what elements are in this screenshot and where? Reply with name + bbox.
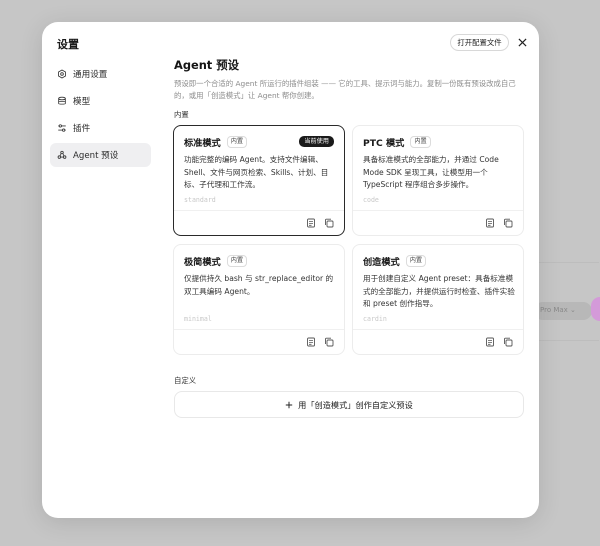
create-custom-preset-button[interactable]: 用「创造模式」创作自定义预设: [174, 391, 524, 418]
preset-id: minimal: [184, 315, 212, 323]
create-button-label: 用「创造模式」创作自定义预设: [298, 399, 413, 410]
sidebar-item-plugins[interactable]: 插件: [50, 116, 151, 140]
agent-preset-icon: [57, 150, 67, 159]
gear-icon: [58, 69, 66, 79]
view-document-icon[interactable]: [306, 337, 316, 347]
preset-card-ptc[interactable]: PTC 模式 内置 具备标准模式的全部能力，并通过 Code Mode SDK …: [352, 125, 524, 236]
builtin-badge: 内置: [405, 255, 427, 267]
builtin-badge: 内置: [410, 136, 431, 148]
sidebar-item-label: 插件: [73, 124, 91, 134]
model-stack-icon: [58, 96, 66, 105]
sidebar-item-models[interactable]: 模型: [50, 89, 151, 113]
view-document-icon[interactable]: [306, 218, 316, 228]
preset-name: 极简模式: [184, 257, 221, 268]
current-badge: 当前使用: [299, 136, 334, 147]
preset-description: 用于创建自定义 Agent preset：具备标准模式的全部能力，并提供运行时检…: [363, 274, 515, 309]
sidebar-item-general[interactable]: 通用设置: [50, 62, 151, 86]
settings-modal: 设置 通用设置 模型 插件 Agent 预设 打开配置文件 Agent 预设 预…: [42, 22, 539, 518]
open-config-file-button[interactable]: 打开配置文件: [450, 34, 509, 51]
page-title: Agent 预设: [174, 58, 239, 72]
copy-icon[interactable]: [324, 218, 334, 228]
builtin-badge: 内置: [226, 136, 248, 148]
preset-card-creator[interactable]: 创造模式 内置 用于创建自定义 Agent preset：具备标准模式的全部能力…: [352, 244, 524, 355]
view-document-icon[interactable]: [485, 218, 495, 228]
sliders-icon: [58, 124, 66, 132]
card-divider: [353, 210, 523, 211]
preset-description: 具备标准模式的全部能力，并通过 Code Mode SDK 呈现工具，让模型用一…: [363, 155, 499, 190]
close-button[interactable]: [516, 36, 528, 48]
builtin-section-label: 内置: [174, 110, 189, 119]
page-description: 预设即一个合适的 Agent 所运行的插件组装 —— 它的工具、提示词与能力。复…: [174, 79, 516, 100]
preset-description: 功能完整的编码 Agent。支持文件编辑、Shell、文件与网页检索、Skill…: [184, 155, 329, 190]
close-icon: [517, 37, 527, 47]
preset-description: 仅提供持久 bash 与 str_replace_editor 的双工具编码 A…: [184, 274, 334, 296]
preset-name: 标准模式: [184, 138, 221, 149]
sidebar-item-label: Agent 预设: [73, 151, 119, 161]
view-document-icon[interactable]: [485, 337, 495, 347]
settings-sidebar: 设置 通用设置 模型 插件 Agent 预设: [42, 22, 160, 518]
sidebar-item-agent-presets[interactable]: Agent 预设: [50, 143, 151, 167]
background-avatar: [591, 297, 600, 321]
copy-icon[interactable]: [503, 218, 513, 228]
preset-id: code: [363, 196, 379, 204]
custom-section-label: 自定义: [174, 376, 197, 385]
card-divider: [174, 210, 344, 211]
sidebar-item-label: 模型: [73, 97, 91, 107]
preset-id: standard: [184, 196, 216, 204]
card-divider: [353, 329, 523, 330]
background-divider: [539, 340, 599, 341]
preset-card-minimal[interactable]: 极简模式 内置 仅提供持久 bash 与 str_replace_editor …: [173, 244, 345, 355]
preset-card-standard[interactable]: 标准模式 内置 当前使用 功能完整的编码 Agent。支持文件编辑、Shell、…: [173, 125, 345, 236]
background-model-chip: Pro Max ⌄: [534, 302, 592, 320]
plus-icon: [285, 401, 293, 408]
background-divider: [539, 262, 599, 263]
preset-id: cardin: [363, 315, 387, 323]
preset-name: PTC 模式: [363, 138, 405, 149]
preset-name: 创造模式: [363, 257, 400, 268]
copy-icon[interactable]: [324, 337, 334, 347]
card-divider: [174, 329, 344, 330]
copy-icon[interactable]: [503, 337, 513, 347]
sidebar-item-label: 通用设置: [73, 70, 108, 80]
sidebar-title: 设置: [57, 38, 79, 51]
builtin-badge: 内置: [226, 255, 248, 267]
